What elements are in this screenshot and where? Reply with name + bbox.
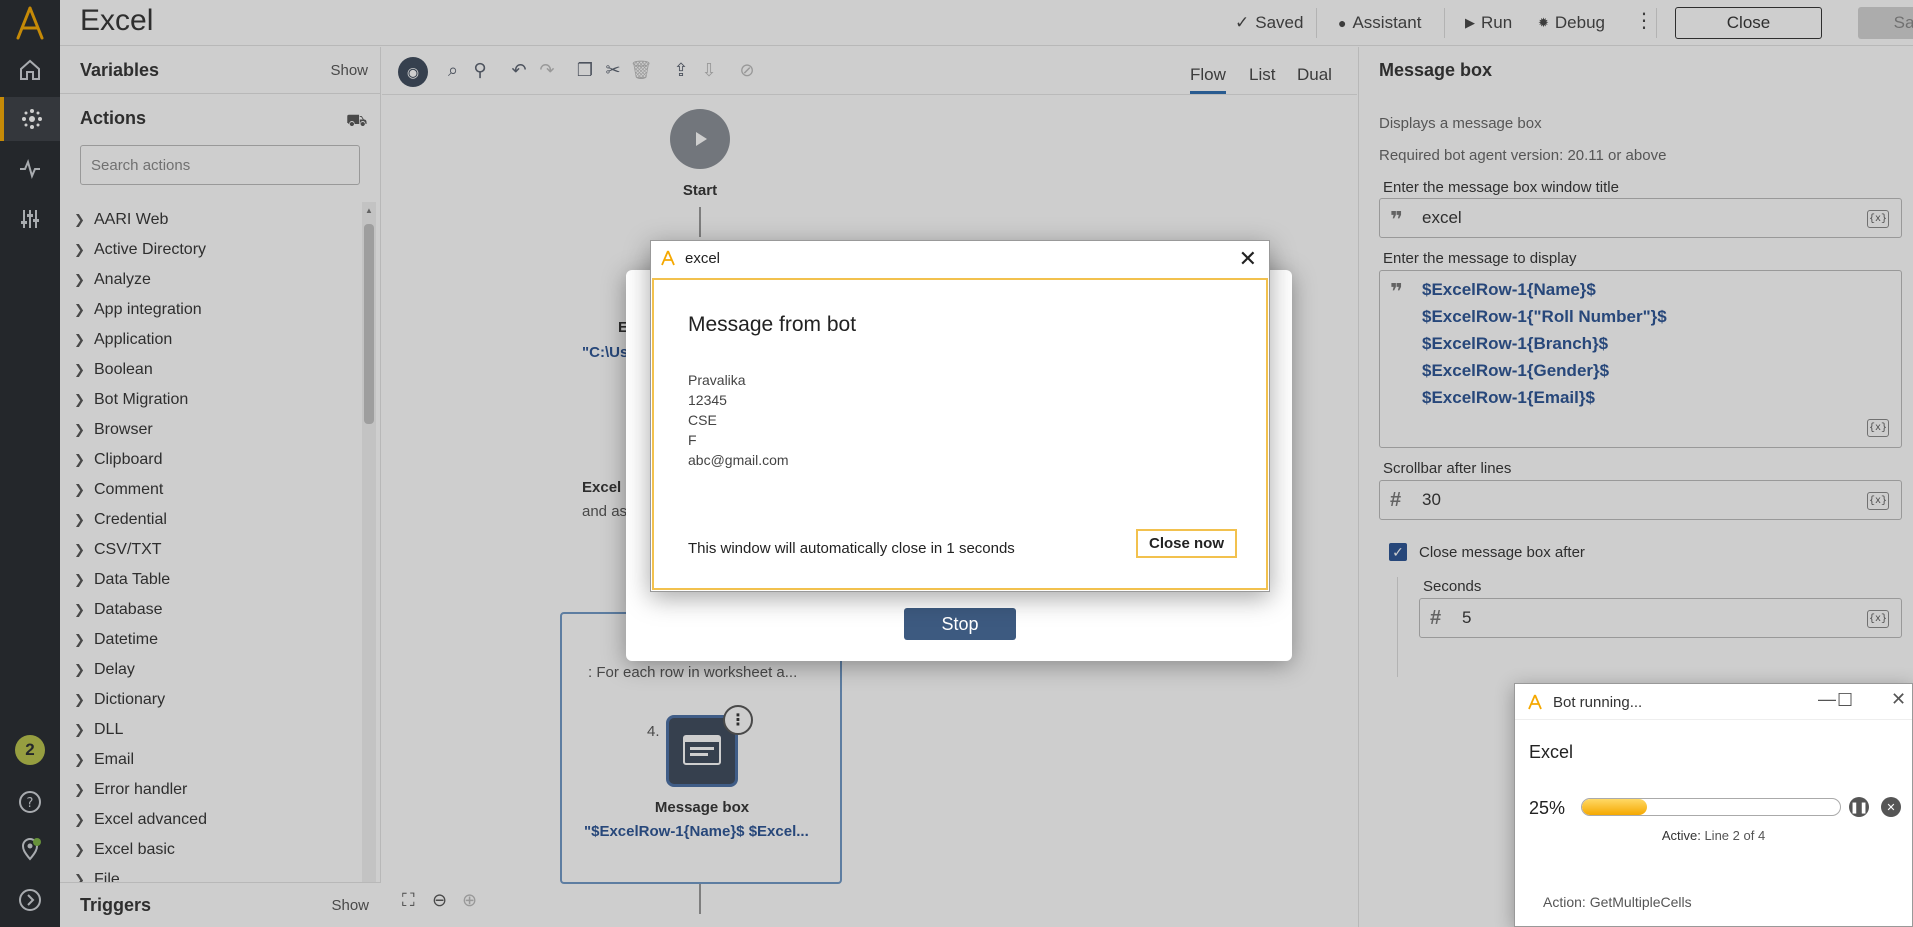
progress-bar: [1581, 798, 1841, 816]
progress-percent: 25%: [1529, 798, 1566, 818]
bot-name: Excel: [1529, 742, 1574, 762]
stop-button[interactable]: Stop: [904, 608, 1016, 640]
active-value: Line 2 of 4: [1704, 828, 1766, 843]
bot-panel-title: Bot running...: [1553, 694, 1643, 711]
active-key: Active:: [1661, 828, 1701, 843]
countdown-text: This window will automatically close in …: [688, 540, 1015, 557]
window-title: excel: [685, 250, 721, 267]
message-body: Message from bot Pravalika 12345 CSE F a…: [652, 278, 1268, 590]
stop-icon[interactable]: ✕: [1881, 797, 1901, 817]
progress-fill: [1582, 799, 1647, 815]
message-text-line: abc@gmail.com: [688, 452, 789, 468]
message-text-line: Pravalika: [688, 372, 746, 388]
active-status: Active: Line 2 of 4: [1515, 828, 1912, 843]
message-text-line: 12345: [688, 392, 727, 408]
message-text-line: CSE: [688, 412, 717, 428]
bot-panel-header: Bot running... — ☐ ✕: [1515, 684, 1912, 720]
bot-running-panel: Bot running... — ☐ ✕ Excel 25% ❚❚ ✕ Acti…: [1514, 683, 1913, 927]
message-heading: Message from bot: [688, 313, 857, 336]
pause-icon[interactable]: ❚❚: [1849, 797, 1869, 817]
close-now-button[interactable]: Close now: [1136, 529, 1237, 558]
automation-anywhere-logo: [1528, 694, 1542, 710]
action-value: GetMultipleCells: [1589, 894, 1692, 910]
automation-anywhere-logo: [661, 250, 675, 266]
message-box-window: excel ✕ Message from bot Pravalika 12345…: [650, 240, 1270, 592]
close-icon[interactable]: ✕: [1239, 246, 1257, 272]
message-text-line: F: [688, 432, 697, 448]
minimize-icon[interactable]: —: [1818, 689, 1836, 710]
action-key: Action:: [1543, 894, 1586, 910]
current-action: Action: GetMultipleCells: [1543, 894, 1692, 910]
close-icon[interactable]: ✕: [1891, 689, 1906, 710]
maximize-icon[interactable]: ☐: [1837, 690, 1853, 711]
window-titlebar: excel ✕: [651, 241, 1269, 277]
